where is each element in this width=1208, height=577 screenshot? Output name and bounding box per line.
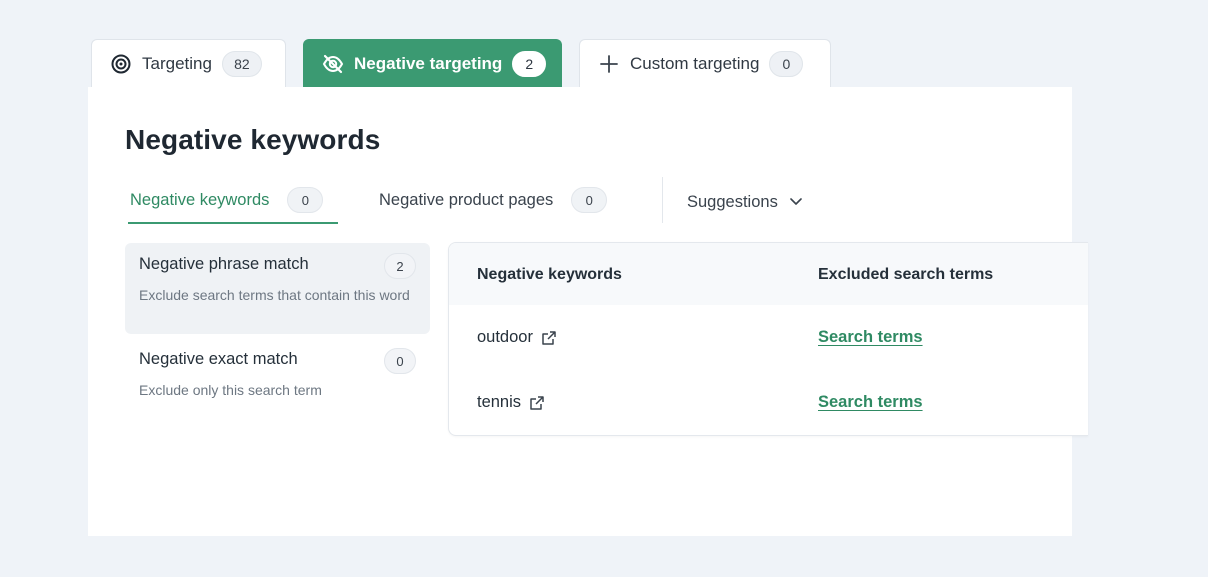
active-tab-indicator [128,222,338,224]
external-link-icon[interactable] [541,330,557,346]
count-badge: 82 [221,50,262,77]
match-option-description: Exclude search terms that contain this w… [139,287,410,303]
match-option-phrase[interactable]: Negative phrase match Exclude search ter… [125,243,430,334]
column-header: Excluded search terms [818,266,994,283]
match-option-title: Negative phrase match [139,255,309,273]
column-header: Negative keywords [477,266,622,283]
main-panel: Negative keywords Negative keywords 0 Ne… [88,87,1088,536]
keyword-text: outdoor [477,328,533,346]
subtab-negative-keywords[interactable]: Negative keywords 0 [130,175,324,225]
chevron-down-icon [790,198,802,206]
keyword-cell: tennis [477,393,545,412]
page-title: Negative keywords [125,124,381,155]
count-badge: 0 [769,50,804,77]
table-row: tennis Search terms [449,371,1088,435]
tab-label: Negative targeting [354,53,503,73]
subtab-label: Negative keywords [130,190,270,209]
match-option-title: Negative exact match [139,350,298,368]
target-icon [110,53,132,75]
eye-off-icon [322,53,344,75]
subtab-negative-product-pages[interactable]: Negative product pages 0 [379,175,608,225]
count-badge: 2 [512,50,547,77]
table-header: Negative keywords Excluded search terms [449,243,1088,305]
count-badge: 0 [287,187,324,213]
tab-label: Custom targeting [630,53,760,73]
search-terms-link[interactable]: Search terms [818,328,923,347]
subtab-label: Negative product pages [379,190,554,209]
tab-targeting[interactable]: Targeting 82 [91,39,286,87]
keyword-text: tennis [477,393,522,411]
divider [662,177,663,223]
tab-label: Targeting [142,53,212,73]
match-option-exact[interactable]: Negative exact match Exclude only this s… [125,338,430,408]
suggestions-dropdown[interactable]: Suggestions [687,177,802,227]
match-option-description: Exclude only this search term [139,382,322,398]
suggestions-label: Suggestions [687,192,778,211]
tab-custom-targeting[interactable]: Custom targeting 0 [579,39,831,87]
app-stage: Targeting 82 Negative targeting 2 Custom… [0,0,1208,577]
count-badge: 2 [384,253,416,279]
external-link-icon[interactable] [529,395,545,411]
count-badge: 0 [384,348,416,374]
search-terms-link[interactable]: Search terms [818,393,923,412]
tab-negative-targeting[interactable]: Negative targeting 2 [303,39,562,87]
keywords-table: Negative keywords Excluded search terms … [448,242,1088,436]
keyword-cell: outdoor [477,328,557,347]
plus-icon [598,53,620,75]
count-badge: 0 [571,187,608,213]
table-row: outdoor Search terms [449,306,1088,371]
